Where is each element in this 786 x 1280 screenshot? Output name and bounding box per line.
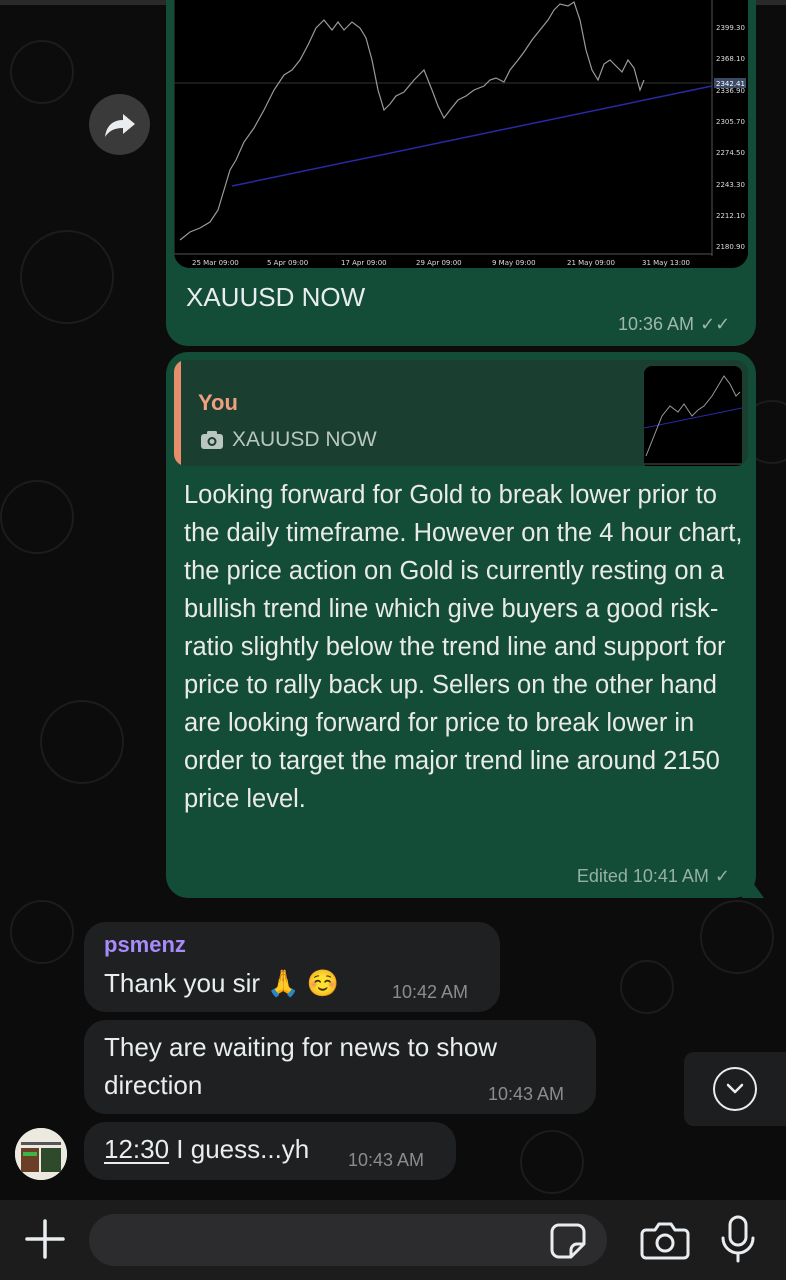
x-tick: 31 May 13:00 (642, 259, 690, 267)
camera-icon (640, 1222, 690, 1260)
sticker-button[interactable] (549, 1222, 587, 1260)
message-text: Thank you sir 🙏 ☺️ (104, 968, 340, 998)
image-caption: XAUUSD NOW (186, 282, 366, 312)
avatar[interactable] (15, 1128, 67, 1180)
attach-button[interactable] (24, 1216, 66, 1262)
sticker-icon (550, 1223, 586, 1259)
message-input[interactable] (89, 1214, 607, 1266)
message-time: 10:43 AM (348, 1150, 425, 1170)
x-tick: 5 Apr 09:00 (267, 259, 308, 267)
incoming-message[interactable]: They are waiting for news to show direct… (84, 1020, 596, 1114)
outgoing-image-message[interactable]: 2399.30 2368.10 2336.90 2305.70 2274.50 … (166, 0, 756, 346)
message-text: Looking forward for Gold to break lower … (184, 481, 743, 813)
incoming-message[interactable]: psmenz Thank you sir 🙏 ☺️ 10:42 AM (84, 922, 500, 1012)
message-text-rest: I guess...yh (169, 1134, 310, 1164)
plus-icon (25, 1219, 65, 1259)
outgoing-reply-message[interactable]: You XAUUSD NOW Looking forward for Gold … (166, 352, 756, 898)
x-tick: 21 May 09:00 (567, 259, 615, 267)
price-chart: 2399.30 2368.10 2336.90 2305.70 2274.50 … (174, 0, 748, 268)
quote-thumbnail (644, 366, 742, 466)
forward-button[interactable] (89, 94, 150, 155)
forward-icon (104, 113, 135, 137)
voice-message-button[interactable] (718, 1214, 758, 1264)
x-tick: 17 Apr 09:00 (341, 259, 387, 267)
chevron-down-icon (726, 1083, 744, 1094)
mic-icon (721, 1215, 755, 1263)
message-edited-time: Edited 10:41 AM (576, 866, 709, 886)
incoming-message[interactable]: 12:30 I guess...yh 10:43 AM (84, 1122, 456, 1180)
scroll-circle (713, 1067, 757, 1111)
message-text: 12:30 I guess...yh (104, 1130, 309, 1168)
y-tick: 2243.30 (716, 181, 745, 189)
camera-icon (201, 431, 223, 449)
quoted-message[interactable]: You XAUUSD NOW (174, 360, 748, 466)
message-time: 10:43 AM (488, 1084, 565, 1104)
read-ticks-icon: ✓✓ (700, 314, 731, 334)
bubble-tail (742, 868, 764, 898)
message-text: They are waiting for news to show direct… (104, 1032, 498, 1100)
quote-accent-bar (174, 360, 181, 466)
composer-bar (0, 1200, 786, 1280)
quote-author: You (198, 390, 238, 415)
y-tick: 2305.70 (716, 118, 745, 126)
sender-name[interactable]: psmenz (104, 932, 186, 958)
quote-text: XAUUSD NOW (232, 428, 377, 451)
x-tick: 25 Mar 09:00 (192, 259, 239, 267)
y-tick: 2336.90 (716, 87, 745, 95)
x-tick: 9 May 09:00 (492, 259, 536, 267)
camera-button[interactable] (640, 1220, 690, 1260)
message-meta: Edited 10:41 AM ✓ (577, 866, 730, 887)
time-link[interactable]: 12:30 (104, 1134, 169, 1164)
sent-tick-icon: ✓ (714, 866, 730, 886)
y-tick: 2368.10 (716, 55, 745, 63)
message-time: 10:36 AM (618, 314, 695, 334)
quote-preview: XAUUSD NOW (200, 428, 377, 452)
y-tick: 2274.50 (716, 149, 745, 157)
message-time: 10:42 AM (392, 982, 469, 1002)
y-tick: 2212.10 (716, 212, 745, 220)
scroll-to-bottom-button[interactable] (684, 1052, 786, 1126)
y-tick: 2399.30 (716, 24, 745, 32)
y-tick: 2180.90 (716, 243, 745, 251)
message-meta: 10:36 AM ✓✓ (618, 314, 730, 335)
avatar-image (15, 1128, 67, 1180)
chart-image[interactable]: 2399.30 2368.10 2336.90 2305.70 2274.50 … (174, 0, 748, 268)
price-tag-label: 2342.41 (716, 80, 745, 88)
x-tick: 29 Apr 09:00 (416, 259, 462, 267)
